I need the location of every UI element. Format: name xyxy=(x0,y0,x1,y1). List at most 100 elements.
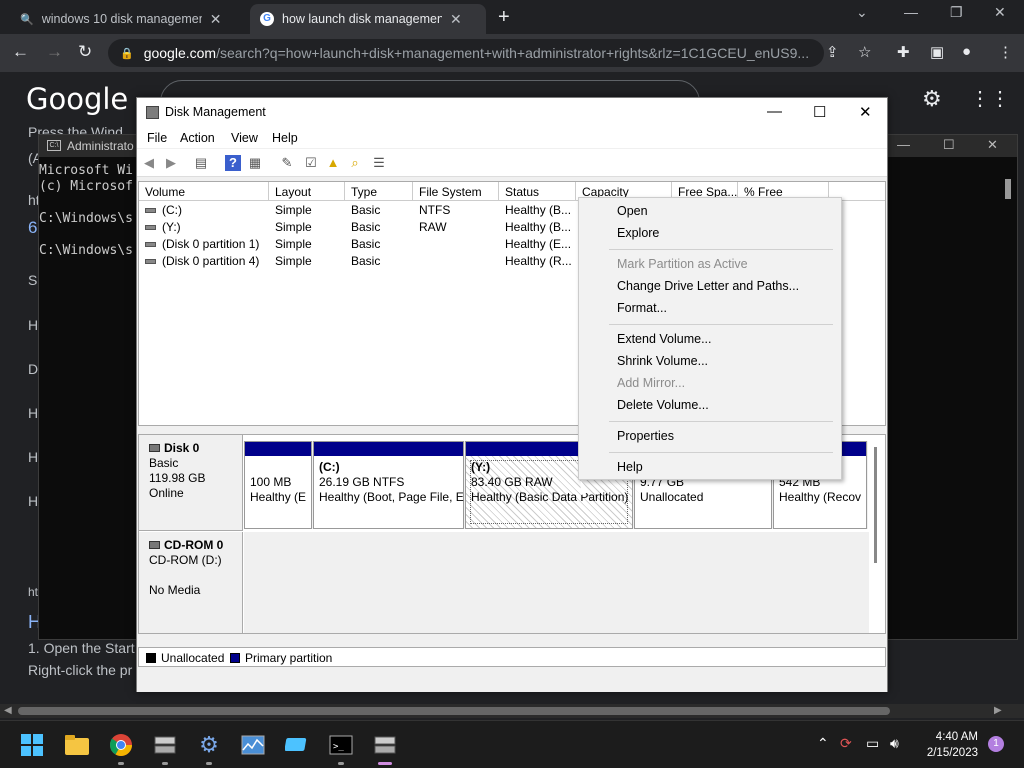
show-hide-tree-icon[interactable]: ▤ xyxy=(193,155,209,171)
column-header[interactable]: Volume xyxy=(139,182,269,201)
menu-item-open[interactable]: Open xyxy=(617,204,648,218)
file-explorer-icon[interactable] xyxy=(65,733,89,757)
windows-start-icon[interactable] xyxy=(20,733,44,757)
new-tab-button[interactable]: + xyxy=(498,6,510,29)
extensions-icon[interactable]: ✚ xyxy=(897,43,910,61)
cmd-app-icon[interactable]: >_ xyxy=(329,733,353,757)
connect-icon[interactable]: ✎ xyxy=(279,155,295,171)
legend: Unallocated Primary partition xyxy=(138,647,886,667)
disk-management-app-icon[interactable] xyxy=(373,733,397,757)
partition-system[interactable]: 100 MB Healthy (E xyxy=(244,441,312,529)
cmd-output-line: C:\Windows\s xyxy=(39,243,133,258)
chevron-up-icon[interactable]: ⌃ xyxy=(817,735,829,752)
list-view-icon[interactable]: ☰ xyxy=(371,155,387,171)
scroll-thumb[interactable] xyxy=(18,707,890,715)
back-button[interactable]: ← xyxy=(12,42,29,62)
menu-separator xyxy=(609,421,833,422)
scroll-left-icon[interactable]: ◀ xyxy=(4,705,12,716)
result-snippet: 6 xyxy=(28,218,38,237)
result-snippet: H xyxy=(28,449,39,465)
bookmark-star-icon[interactable]: ☆ xyxy=(858,43,871,61)
volume-layout: Simple xyxy=(275,237,312,251)
notification-badge[interactable]: 1 xyxy=(988,736,1004,752)
volume-name: (Disk 0 partition 1) xyxy=(162,237,260,251)
graph-scrollbar[interactable] xyxy=(874,447,877,563)
properties-icon[interactable]: ▦ xyxy=(247,155,263,171)
network-icon[interactable]: ▭ xyxy=(866,735,879,752)
folder-up-icon[interactable]: ▲ xyxy=(325,155,341,171)
gear-icon[interactable]: ⚙ xyxy=(922,86,942,112)
column-header[interactable]: Status xyxy=(499,182,576,201)
settings-gear-icon[interactable]: ⚙ xyxy=(197,732,221,757)
remote-desktop-icon[interactable] xyxy=(285,733,309,757)
menu-item-format[interactable]: Format... xyxy=(617,301,667,315)
volume-type: Basic xyxy=(351,203,381,217)
help-icon[interactable]: ? xyxy=(225,155,241,171)
search-folder-icon[interactable]: ⌕ xyxy=(347,155,363,171)
disk-management-app-icon[interactable] xyxy=(153,733,177,757)
performance-monitor-icon[interactable] xyxy=(241,733,265,757)
close-button[interactable]: ✕ xyxy=(859,103,872,121)
reload-button[interactable]: ↻ xyxy=(78,42,92,62)
profile-icon[interactable]: ● xyxy=(962,43,971,60)
maximize-button[interactable]: ☐ xyxy=(943,137,955,153)
menu-help[interactable]: Help xyxy=(272,131,298,145)
clock[interactable]: 4:40 AM 2/15/2023 xyxy=(918,729,978,761)
close-window-button[interactable]: ✕ xyxy=(994,4,1006,21)
menu-item-extend-volume[interactable]: Extend Volume... xyxy=(617,332,712,346)
menu-view[interactable]: View xyxy=(231,131,258,145)
partition-status: Healthy (Basic Data Partition) xyxy=(471,490,629,504)
partition-label: (Y:) xyxy=(471,460,491,474)
menu-item-change-drive-letter[interactable]: Change Drive Letter and Paths... xyxy=(617,279,799,293)
scroll-right-icon[interactable]: ▶ xyxy=(994,705,1002,716)
google-logo[interactable]: Google xyxy=(26,82,128,116)
checklist-icon[interactable]: ☑ xyxy=(303,155,319,171)
side-panel-icon[interactable]: ▣ xyxy=(930,43,944,61)
forward-arrow-icon[interactable]: ▶ xyxy=(163,155,179,171)
minimize-button[interactable]: — xyxy=(897,137,910,152)
close-icon[interactable]: ✕ xyxy=(450,11,462,28)
address-bar[interactable]: 🔒 google.com /search?q=how+launch+disk+m… xyxy=(108,39,824,67)
partition-c[interactable]: (C:) 26.19 GB NTFS Healthy (Boot, Page Fil… xyxy=(313,441,464,529)
menu-item-mark-active: Mark Partition as Active xyxy=(617,257,748,271)
menu-action[interactable]: Action xyxy=(180,131,215,145)
column-header[interactable]: File System xyxy=(413,182,499,201)
minimize-button[interactable]: — xyxy=(904,4,918,20)
share-icon[interactable]: ⇪ xyxy=(826,43,839,61)
tab-title: how launch disk management w xyxy=(282,12,442,26)
column-header[interactable]: Type xyxy=(345,182,413,201)
menu-item-help[interactable]: Help xyxy=(617,460,643,474)
tab-disk-management-search[interactable]: 🔍 windows 10 disk management - ✕ xyxy=(10,4,246,34)
menu-file[interactable]: File xyxy=(147,131,167,145)
chevron-down-icon[interactable]: ⌄ xyxy=(856,4,868,21)
browser-tabstrip: 🔍 windows 10 disk management - ✕ G how l… xyxy=(0,0,1024,34)
google-favicon-icon: G xyxy=(260,12,274,26)
volume-fs: RAW xyxy=(419,220,447,234)
dm-titlebar[interactable]: Disk Management — ☐ ✕ xyxy=(137,98,887,128)
running-indicator xyxy=(118,762,124,765)
apps-grid-icon[interactable]: ⋮⋮ xyxy=(970,86,1010,111)
volume-icon[interactable]: 🔊︎ xyxy=(890,735,899,752)
restore-button[interactable]: ❐ xyxy=(950,4,963,21)
menu-item-delete-volume[interactable]: Delete Volume... xyxy=(617,398,709,412)
back-arrow-icon[interactable]: ◀ xyxy=(141,155,157,171)
column-header[interactable]: Layout xyxy=(269,182,345,201)
close-icon[interactable]: ✕ xyxy=(210,11,222,28)
disk-0-label[interactable]: Disk 0 Basic 119.98 GB Online xyxy=(139,435,243,531)
menu-dots-icon[interactable]: ⋮ xyxy=(998,43,1013,61)
tab-launch-disk-management[interactable]: G how launch disk management w ✕ xyxy=(250,4,486,34)
maximize-button[interactable]: ☐ xyxy=(813,103,826,121)
menu-item-shrink-volume[interactable]: Shrink Volume... xyxy=(617,354,708,368)
menu-item-properties[interactable]: Properties xyxy=(617,429,674,443)
cmd-scrollbar[interactable] xyxy=(1005,179,1011,199)
active-indicator xyxy=(378,762,392,765)
close-button[interactable]: ✕ xyxy=(987,137,998,153)
forward-button[interactable]: → xyxy=(46,42,63,62)
chrome-icon[interactable] xyxy=(109,733,133,757)
page-horizontal-scrollbar[interactable]: ◀ ▶ xyxy=(0,704,1024,718)
cdrom-0-label[interactable]: CD-ROM 0 CD-ROM (D:) No Media xyxy=(139,532,243,633)
menu-item-explore[interactable]: Explore xyxy=(617,226,659,240)
result-snippet: H xyxy=(28,493,39,509)
sync-icon[interactable]: ⟳ xyxy=(840,735,852,752)
minimize-button[interactable]: — xyxy=(767,103,782,120)
